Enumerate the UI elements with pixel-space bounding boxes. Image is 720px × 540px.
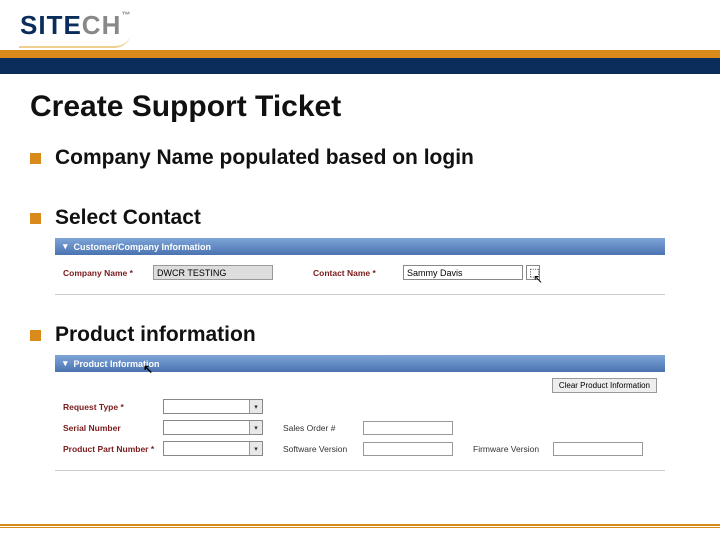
bullet-item: Product information: [30, 323, 690, 347]
chevron-down-icon: ▾: [249, 421, 262, 434]
footer-rule: [0, 524, 720, 528]
chevron-down-icon: ▾: [249, 400, 262, 413]
pointer-cursor-icon: ↖: [533, 272, 543, 286]
panel-header[interactable]: ▾ Product Information ↖: [55, 355, 665, 372]
software-version-field[interactable]: [363, 442, 453, 456]
chevron-down-icon: ▾: [249, 442, 262, 455]
bullet-icon: [30, 153, 41, 164]
header-orange-bar: [0, 50, 720, 58]
software-version-label: Software Version: [283, 444, 363, 454]
header-blue-bar: [0, 58, 720, 74]
collapse-arrow-icon: ▾: [63, 241, 68, 252]
contact-name-field[interactable]: Sammy Davis: [403, 265, 523, 280]
collapse-arrow-icon: ▾: [63, 358, 68, 369]
request-type-label: Request Type: [63, 402, 163, 412]
clear-product-button[interactable]: Clear Product Information: [552, 378, 657, 393]
bullet-item: Company Name populated based on login: [30, 146, 690, 170]
company-name-label: Company Name: [63, 268, 153, 278]
company-name-field: DWCR TESTING: [153, 265, 273, 280]
contact-name-label: Contact Name: [313, 268, 403, 278]
sales-order-field[interactable]: [363, 421, 453, 435]
serial-number-label: Serial Number: [63, 423, 163, 433]
pointer-cursor-icon: ↖: [143, 362, 153, 376]
serial-number-select[interactable]: ▾: [163, 420, 263, 435]
product-panel: ▾ Product Information ↖ Clear Product In…: [55, 355, 665, 471]
bullet-item: Select Contact: [30, 206, 690, 230]
sitech-logo: SITECH™: [20, 10, 131, 41]
firmware-version-field[interactable]: [553, 442, 643, 456]
customer-panel: ▾ Customer/Company Information Company N…: [55, 238, 665, 295]
bullet-icon: [30, 330, 41, 341]
panel-header[interactable]: ▾ Customer/Company Information: [55, 238, 665, 255]
page-title: Create Support Ticket: [30, 90, 690, 124]
bullet-text: Product information: [55, 323, 256, 347]
bullet-icon: [30, 213, 41, 224]
bullet-text: Company Name populated based on login: [55, 146, 474, 170]
firmware-version-label: Firmware Version: [473, 444, 553, 454]
request-type-select[interactable]: ▾: [163, 399, 263, 414]
bullet-text: Select Contact: [55, 206, 201, 230]
sales-order-label: Sales Order #: [283, 423, 363, 433]
part-number-select[interactable]: ▾: [163, 441, 263, 456]
panel-header-label: Customer/Company Information: [74, 242, 212, 252]
part-number-label: Product Part Number: [63, 444, 163, 454]
